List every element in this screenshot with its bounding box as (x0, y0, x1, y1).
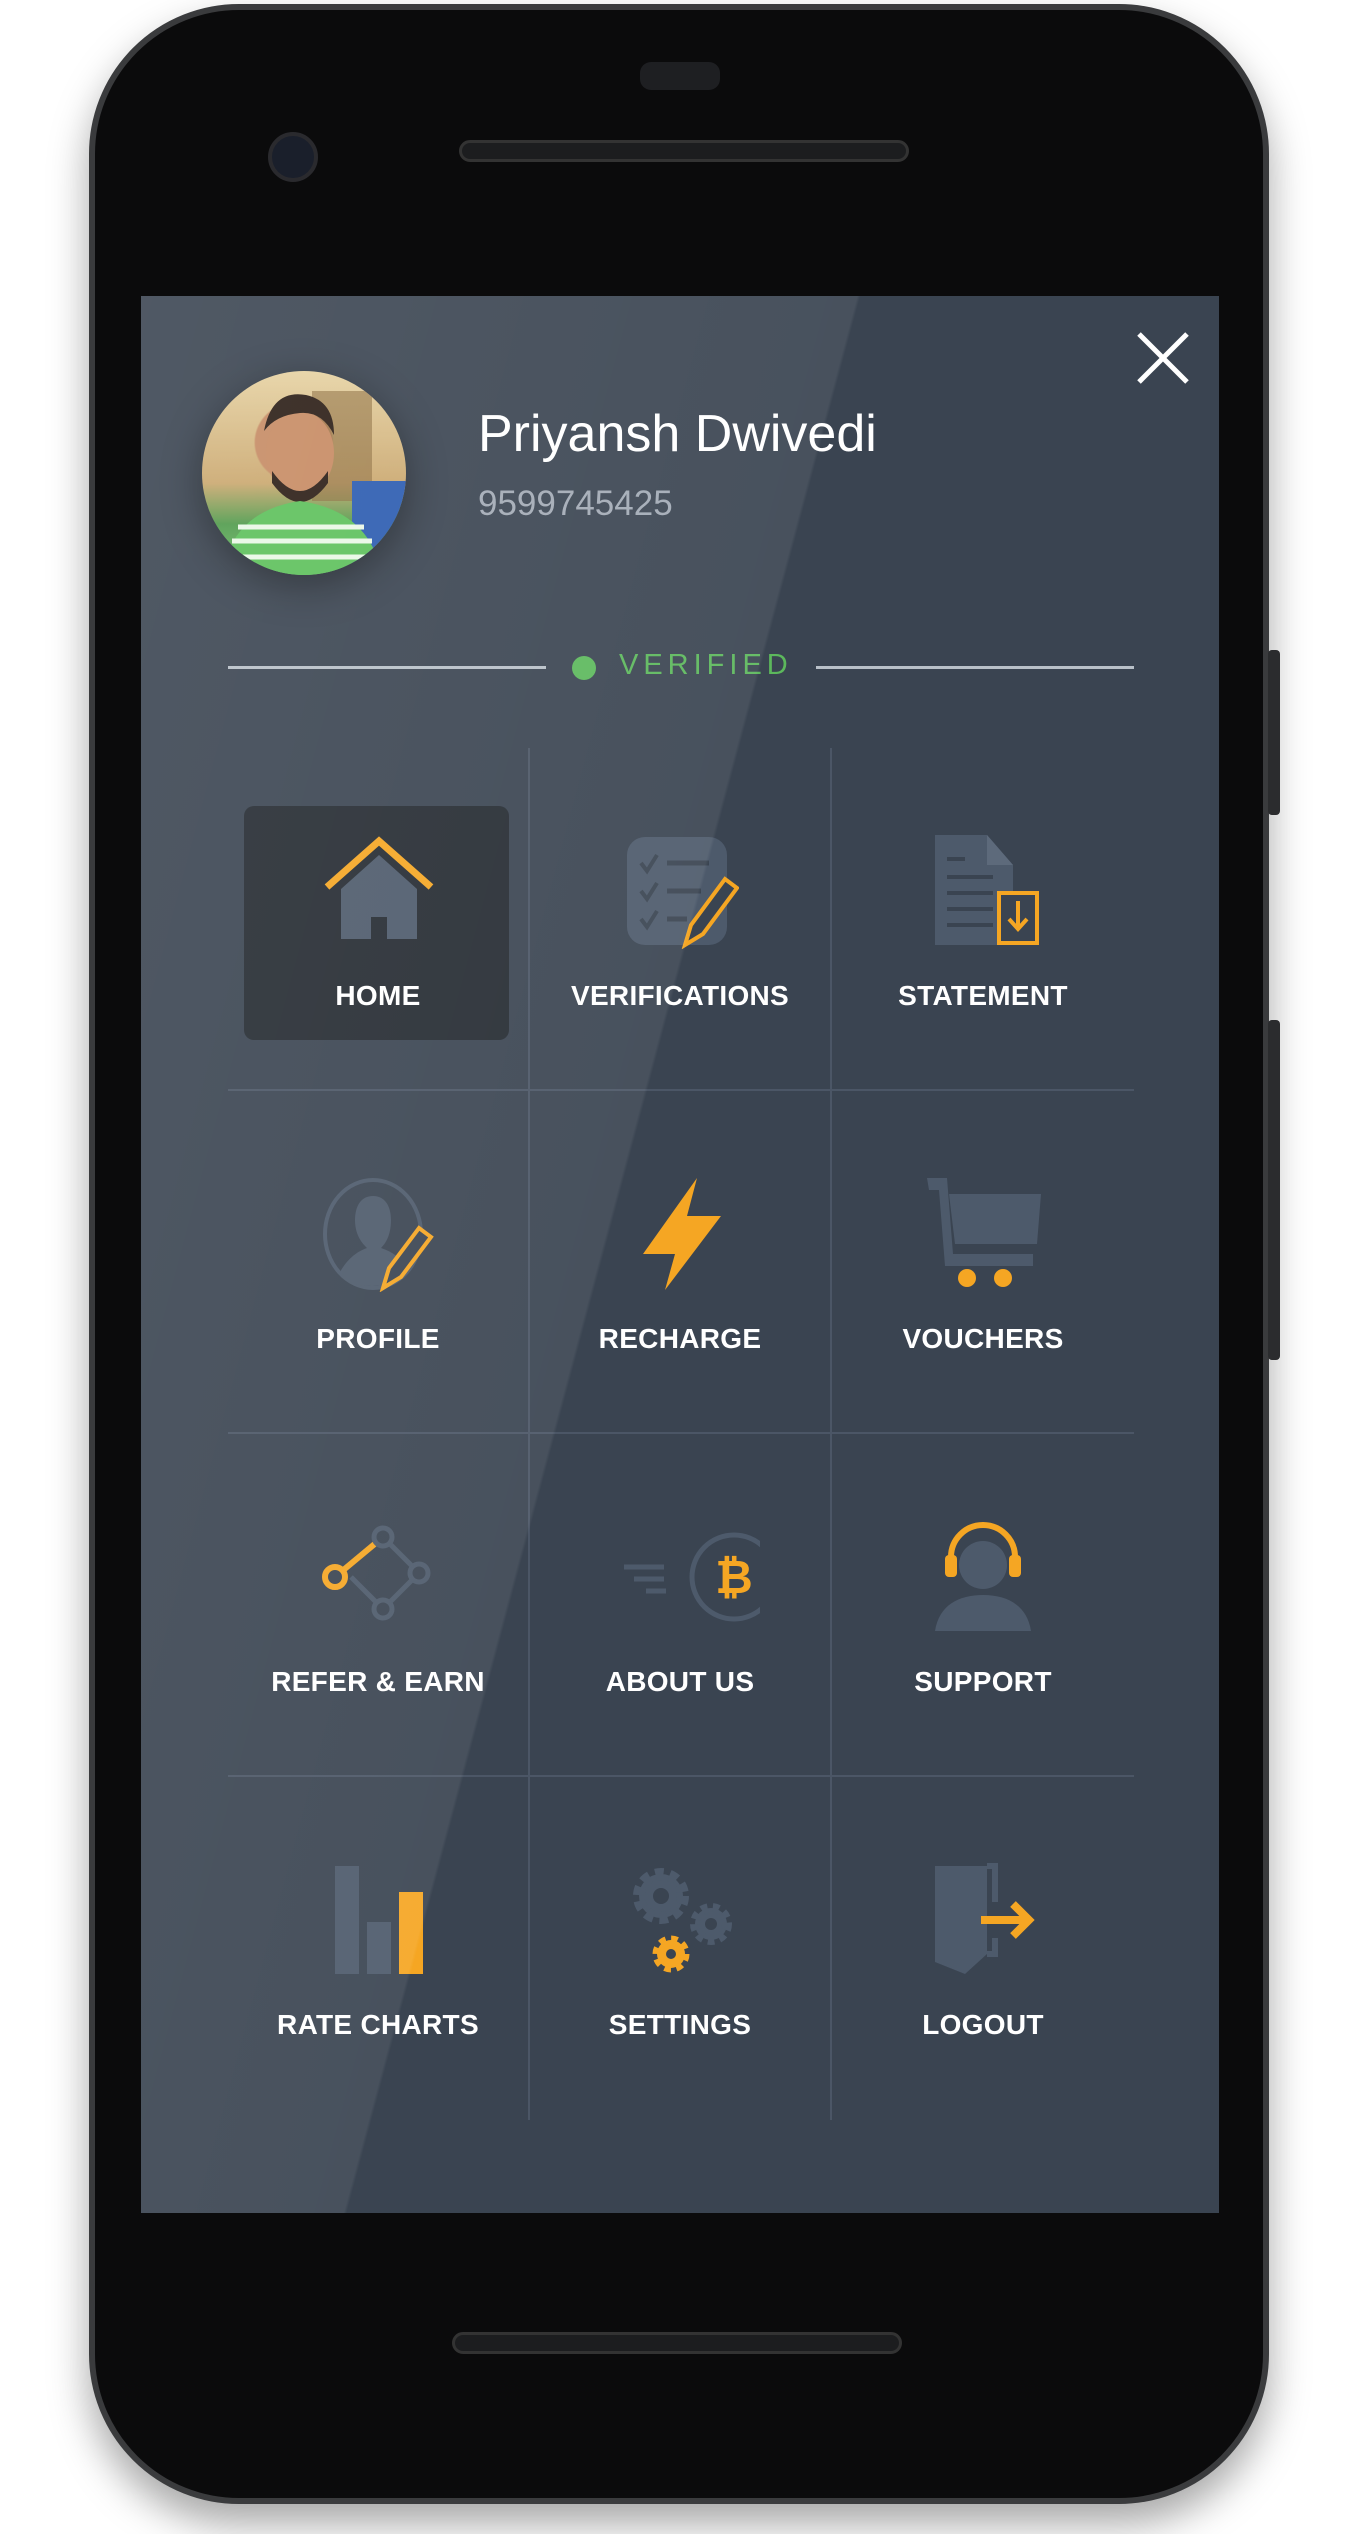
home-icon (324, 836, 434, 939)
share-nodes-icon (322, 1525, 431, 1621)
menu-label: HOME (335, 980, 421, 1011)
logout-door-icon (935, 1863, 1035, 1974)
menu-label: SETTINGS (608, 2009, 752, 2040)
menu-label: STATEMENT (898, 980, 1068, 1011)
menu-item-statement[interactable]: STATEMENT (832, 748, 1134, 1091)
close-icon[interactable] (1133, 328, 1193, 388)
menu-item-recharge[interactable]: RECHARGE (530, 1091, 832, 1434)
verified-status: VERIFIED (619, 649, 793, 681)
cart-icon (927, 1178, 1041, 1287)
bitcoin-icon: ₿ (624, 1532, 760, 1622)
bar-chart-icon (335, 1866, 423, 1974)
lightning-icon (643, 1178, 721, 1290)
divider-right (816, 666, 1134, 669)
volume-button[interactable] (1268, 1020, 1280, 1360)
menu-label: LOGOUT (922, 2009, 1044, 2040)
top-speaker (459, 140, 909, 162)
document-download-icon (935, 835, 1039, 945)
menu-label: PROFILE (316, 1323, 440, 1354)
menu-label: VERIFICATIONS (570, 980, 790, 1011)
power-button[interactable] (1268, 650, 1280, 815)
user-name: Priyansh Dwivedi (478, 405, 877, 463)
front-camera (268, 132, 318, 182)
checklist-pencil-icon (627, 837, 739, 949)
menu-item-verifications[interactable]: VERIFICATIONS (530, 748, 832, 1091)
avatar[interactable] (202, 371, 406, 575)
menu-label: RATE CHARTS (277, 2009, 479, 2040)
menu-item-rate-charts[interactable]: RATE CHARTS (228, 1777, 530, 2120)
menu-label: ABOUT US (605, 1666, 755, 1697)
side-menu-screen: Priyansh Dwivedi 9599745425 VERIFIED HOM… (141, 296, 1219, 2213)
menu-item-refer-earn[interactable]: REFER & EARN (228, 1434, 530, 1777)
menu-item-about-us[interactable]: ₿ ABOUT US (530, 1434, 832, 1777)
headset-icon (935, 1522, 1031, 1631)
menu-item-logout[interactable]: LOGOUT (832, 1777, 1134, 2120)
menu-item-profile[interactable]: PROFILE (228, 1091, 530, 1434)
menu-label: SUPPORT (914, 1666, 1052, 1697)
bottom-speaker (452, 2332, 902, 2354)
menu-label: VOUCHERS (902, 1323, 1064, 1354)
profile-edit-icon (323, 1178, 434, 1292)
user-phone: 9599745425 (478, 484, 673, 523)
svg-text:₿: ₿ (715, 1551, 753, 1603)
menu-label: RECHARGE (598, 1323, 762, 1354)
front-sensor (640, 62, 720, 90)
verified-dot-icon (572, 656, 596, 680)
menu-item-support[interactable]: SUPPORT (832, 1434, 1134, 1777)
menu-grid: HOME VERIFICATIONS STATEMENT PROFILE REC… (228, 748, 1134, 2120)
gears-icon (633, 1868, 732, 1973)
menu-item-settings[interactable]: SETTINGS (530, 1777, 832, 2120)
menu-label: REFER & EARN (271, 1666, 485, 1697)
divider-left (228, 666, 546, 669)
menu-item-home[interactable]: HOME (228, 748, 530, 1091)
menu-item-vouchers[interactable]: VOUCHERS (832, 1091, 1134, 1434)
